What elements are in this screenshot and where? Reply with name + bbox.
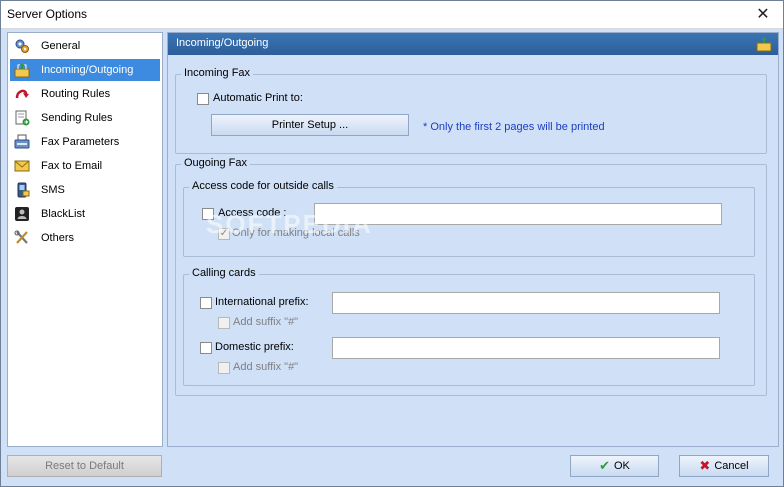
server-options-window: Server Options ✕ General Incoming/Outgoi… — [0, 0, 784, 487]
sidebar-item-label: Sending Rules — [41, 112, 113, 124]
domestic-suffix-checkbox[interactable] — [218, 362, 230, 374]
access-code-group: Access code for outside calls Access cod… — [183, 180, 755, 257]
international-prefix-checkbox[interactable] — [200, 297, 212, 309]
automatic-print-checkbox[interactable] — [197, 93, 209, 105]
international-suffix-label: Add suffix "#" — [233, 316, 299, 328]
sidebar-item-routing-rules[interactable]: Routing Rules — [10, 83, 160, 105]
sidebar-item-general[interactable]: General — [10, 35, 160, 57]
incoming-fax-legend: Incoming Fax — [181, 67, 254, 79]
ok-label: OK — [614, 460, 630, 472]
fax-machine-icon — [13, 133, 31, 151]
sidebar-item-sms[interactable]: SMS — [10, 179, 160, 201]
close-icon[interactable]: ✕ — [743, 1, 783, 29]
phone-icon — [13, 181, 31, 199]
reset-to-default-button[interactable]: Reset to Default — [7, 455, 162, 477]
outgoing-fax-legend: Ougoing Fax — [181, 157, 250, 169]
sidebar: General Incoming/Outgoing Routing Rules … — [7, 32, 163, 447]
local-calls-checkbox[interactable]: ✓ — [218, 228, 230, 240]
calling-cards-group: Calling cards International prefix: Add … — [183, 267, 755, 386]
sidebar-item-label: General — [41, 40, 81, 52]
domestic-prefix-input[interactable] — [332, 337, 720, 359]
sidebar-item-label: Fax Parameters — [41, 136, 120, 148]
ok-button[interactable]: ✔ OK — [570, 455, 659, 477]
sidebar-item-label: Incoming/Outgoing — [41, 64, 134, 76]
pages-note: * Only the first 2 pages will be printed — [423, 121, 605, 133]
settings-panel: Incoming/Outgoing Incoming Fax Automatic… — [167, 32, 779, 447]
blacklist-icon — [13, 205, 31, 223]
sidebar-item-sending-rules[interactable]: Sending Rules — [10, 107, 160, 129]
sidebar-item-fax-parameters[interactable]: Fax Parameters — [10, 131, 160, 153]
printer-setup-button[interactable]: Printer Setup ... — [211, 114, 409, 136]
inbox-arrow-icon — [756, 36, 772, 55]
international-suffix-checkbox[interactable] — [218, 317, 230, 329]
outgoing-fax-group: Ougoing Fax Access code for outside call… — [175, 157, 767, 396]
cancel-x-icon: ✖ — [699, 458, 711, 473]
sidebar-item-fax-to-email[interactable]: Fax to Email — [10, 155, 160, 177]
access-code-legend: Access code for outside calls — [189, 180, 337, 192]
sidebar-item-incoming-outgoing[interactable]: Incoming/Outgoing — [10, 59, 160, 81]
tools-icon — [13, 229, 31, 247]
document-send-icon — [13, 109, 31, 127]
incoming-fax-group: Incoming Fax Automatic Print to: Printer… — [175, 67, 767, 154]
gear-icon — [13, 37, 31, 55]
cancel-label: Cancel — [714, 460, 749, 472]
sidebar-item-others[interactable]: Others — [10, 227, 160, 249]
routing-arrow-icon — [13, 85, 31, 103]
sidebar-item-label: Others — [41, 232, 75, 244]
domestic-suffix-label: Add suffix "#" — [233, 361, 299, 373]
envelope-icon — [13, 157, 31, 175]
sidebar-item-label: Routing Rules — [41, 88, 111, 100]
domestic-prefix-checkbox[interactable] — [200, 342, 212, 354]
inbox-arrow-icon — [13, 61, 31, 79]
domestic-prefix-label: Domestic prefix: — [215, 341, 294, 353]
access-code-checkbox[interactable] — [202, 208, 214, 220]
check-icon: ✔ — [599, 458, 610, 473]
cancel-button[interactable]: ✖ Cancel — [679, 455, 769, 477]
access-code-input[interactable] — [314, 203, 722, 225]
access-code-label: Access code : — [218, 207, 287, 219]
sidebar-item-blacklist[interactable]: BlackList — [10, 203, 160, 225]
automatic-print-label: Automatic Print to: — [213, 92, 303, 104]
panel-title: Incoming/Outgoing — [176, 37, 269, 49]
title-bar: Server Options ✕ — [1, 1, 783, 29]
panel-header: Incoming/Outgoing — [168, 33, 778, 55]
sidebar-item-label: BlackList — [41, 208, 86, 220]
local-calls-label: Only for making local calls — [232, 227, 360, 239]
sidebar-item-label: SMS — [41, 184, 65, 196]
window-title: Server Options — [7, 7, 88, 21]
international-prefix-input[interactable] — [332, 292, 720, 314]
sidebar-item-label: Fax to Email — [41, 160, 103, 172]
calling-cards-legend: Calling cards — [189, 267, 259, 279]
international-prefix-label: International prefix: — [215, 296, 309, 308]
